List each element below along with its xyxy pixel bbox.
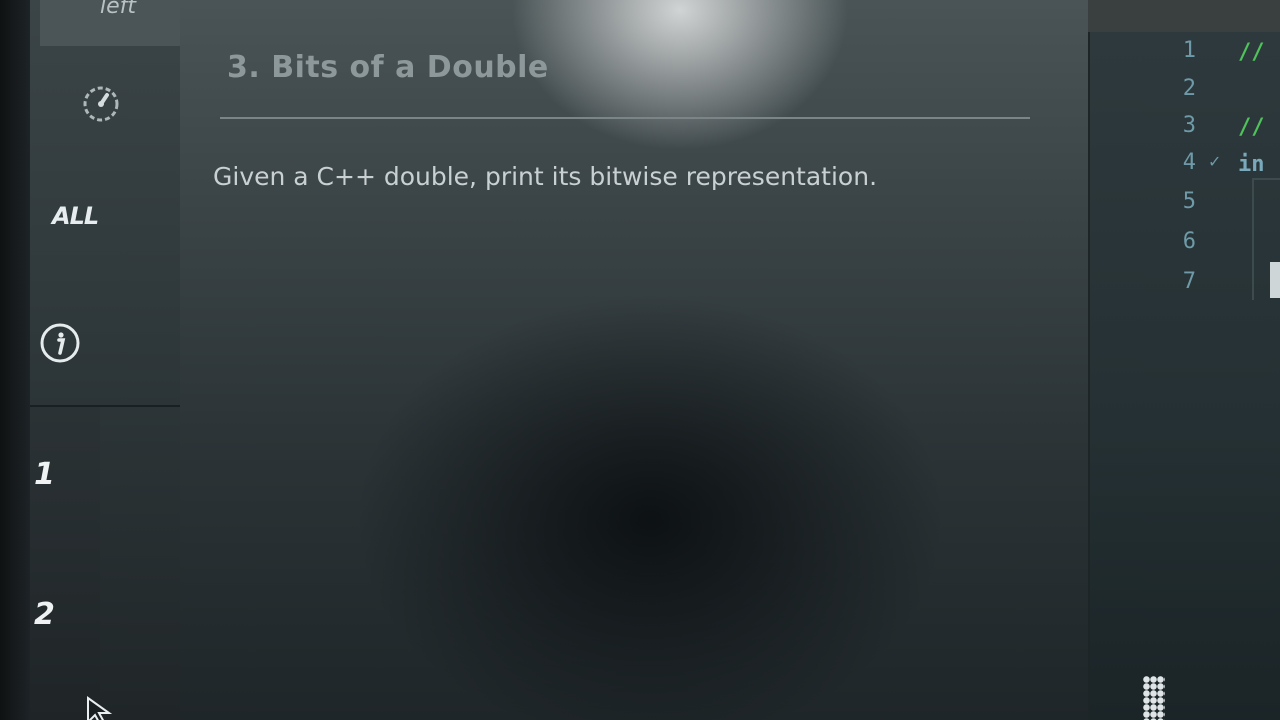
screen: left ALL 1 2 3. Bits of a Double Given a… xyxy=(0,0,1280,720)
sidebar-top-button[interactable]: left xyxy=(40,0,190,46)
problem-item-2[interactable]: 2 xyxy=(34,597,55,632)
line-number: 7 xyxy=(1182,269,1196,294)
line-number: 6 xyxy=(1182,229,1196,254)
text-cursor xyxy=(1270,262,1280,298)
problem-item-1[interactable]: 1 xyxy=(34,457,55,492)
title-divider xyxy=(220,117,1030,119)
code-line-4[interactable]: in xyxy=(1238,152,1265,177)
line-number: 2 xyxy=(1182,76,1196,101)
editor-border xyxy=(1088,32,1090,720)
mouse-pointer-icon xyxy=(87,696,113,720)
problem-description: Given a C++ double, print its bitwise re… xyxy=(213,162,878,191)
code-line-3[interactable]: // xyxy=(1238,115,1265,140)
resize-grip-icon[interactable] xyxy=(1143,676,1165,720)
sidebar-top-label: left xyxy=(100,0,137,19)
tab-all[interactable]: ALL xyxy=(52,202,99,230)
fold-chevron-icon[interactable]: ✓ xyxy=(1208,152,1221,171)
problem-pane: 3. Bits of a Double Given a C++ double, … xyxy=(180,0,1088,720)
problem-title: 3. Bits of a Double xyxy=(227,50,549,85)
dial-icon[interactable] xyxy=(79,82,123,126)
line-number: 3 xyxy=(1182,113,1196,138)
device-bezel xyxy=(0,0,30,720)
line-number: 5 xyxy=(1182,189,1196,214)
sidebar: left ALL 1 2 xyxy=(30,0,190,720)
problem-list: 1 2 xyxy=(30,407,100,720)
editor-toolbar xyxy=(1088,0,1280,32)
info-icon[interactable] xyxy=(38,321,82,365)
code-line-1[interactable]: // xyxy=(1238,40,1265,65)
line-number: 1 xyxy=(1182,38,1196,63)
line-number: 4 xyxy=(1182,150,1196,175)
code-editor[interactable]: 1 2 3 4 5 6 7 ✓ // // in xyxy=(1088,0,1280,720)
